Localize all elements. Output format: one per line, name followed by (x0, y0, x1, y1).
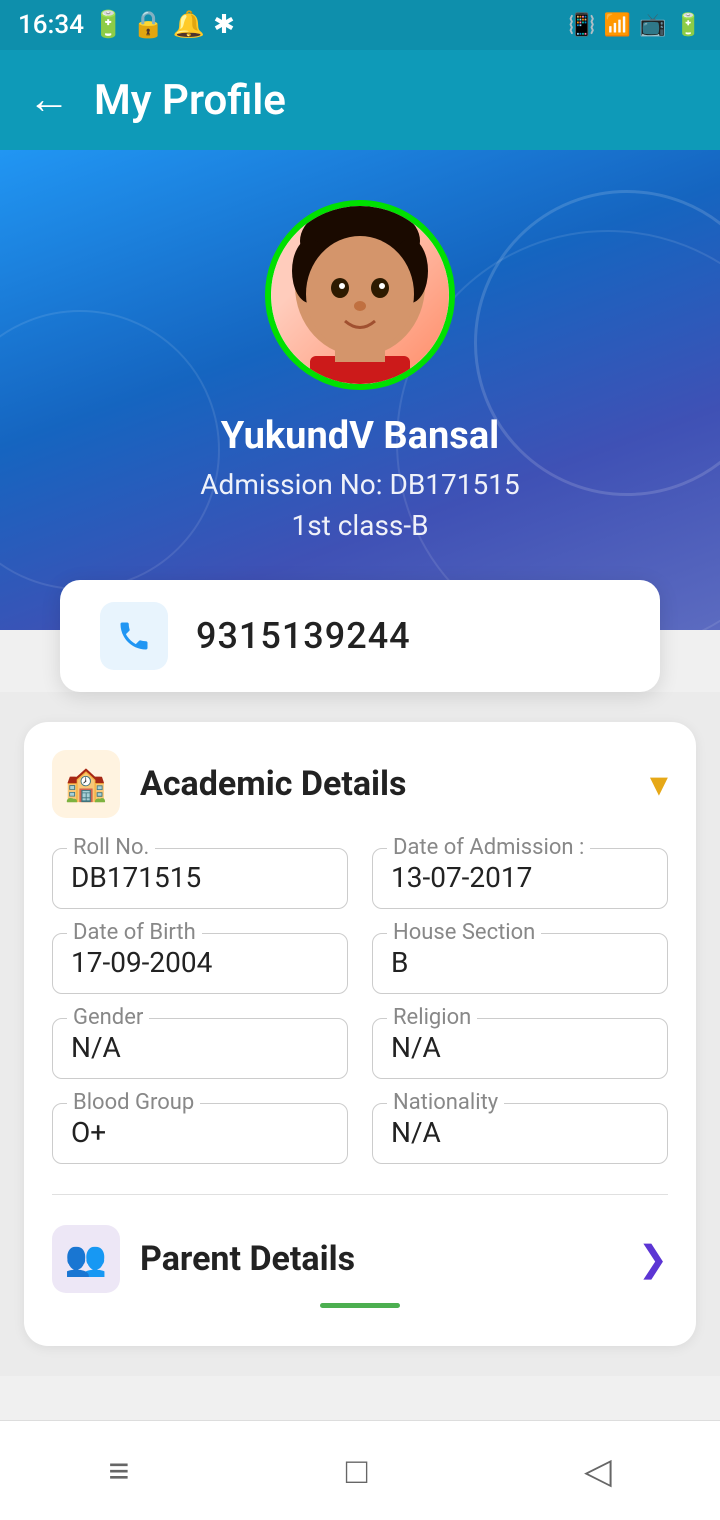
parent-section-row[interactable]: 👥 Parent Details ❯ (52, 1225, 668, 1293)
field-gender: Gender N/A (52, 1018, 348, 1079)
status-bar-left: 16:34 🔋 🔒 🔔 ✱ (18, 10, 235, 40)
phone-number: 9315139244 (196, 615, 411, 657)
field-value-house: B (391, 946, 408, 979)
cast-icon: 📺 (639, 13, 666, 38)
page-title: My Profile (94, 76, 286, 125)
status-bar-right: 📳 📶 📺 🔋 (568, 13, 702, 38)
field-value-nationality: N/A (391, 1116, 441, 1149)
wifi-icon: 📶 (604, 13, 631, 38)
nav-home-icon[interactable]: □ (346, 1450, 368, 1492)
parent-icon-box: 👥 (52, 1225, 120, 1293)
nav-menu-icon[interactable]: ≡ (108, 1450, 129, 1492)
top-nav: ← My Profile (0, 50, 720, 150)
field-label-house: House Section (387, 920, 541, 945)
back-button[interactable]: ← (28, 79, 70, 121)
battery-icon: 🔋 (675, 13, 702, 38)
academic-chevron[interactable]: ▾ (650, 763, 668, 805)
field-dob: Date of Birth 17-09-2004 (52, 933, 348, 994)
bt-icon: ✱ (213, 10, 235, 40)
main-card: 🏫 Academic Details ▾ Roll No. DB171515 D… (24, 722, 696, 1346)
indicator-line (320, 1303, 400, 1308)
field-religion: Religion N/A (372, 1018, 668, 1079)
student-admission: Admission No: DB171515 (200, 468, 519, 501)
field-label-gender: Gender (67, 1005, 149, 1030)
avatar (265, 200, 455, 390)
phone-card-wrapper: 9315139244 (0, 580, 720, 692)
student-name: YukundV Bansal (221, 414, 499, 458)
field-label-blood: Blood Group (67, 1090, 200, 1115)
academic-section-header[interactable]: 🏫 Academic Details ▾ (52, 750, 668, 818)
section-divider (52, 1194, 668, 1195)
nav-back-icon[interactable]: ◁ (584, 1450, 612, 1492)
field-label-dob: Date of Birth (67, 920, 202, 945)
time-display: 16:34 (18, 10, 84, 40)
parent-header-left: 👥 Parent Details (52, 1225, 355, 1293)
field-house: House Section B (372, 933, 668, 994)
field-date-admission: Date of Admission : 13-07-2017 (372, 848, 668, 909)
bottom-indicator (52, 1293, 668, 1314)
parent-icon: 👥 (65, 1239, 107, 1279)
student-class: 1st class-B (291, 509, 428, 542)
notif-icon: 🔔 (173, 10, 205, 40)
academic-fields-grid: Roll No. DB171515 Date of Admission : 13… (52, 848, 668, 1164)
phone-card: 9315139244 (60, 580, 660, 692)
lock-icon: 🔒 (132, 10, 164, 40)
vibrate-icon: 📳 (568, 13, 595, 38)
academic-icon-box: 🏫 (52, 750, 120, 818)
field-roll-no: Roll No. DB171515 (52, 848, 348, 909)
avatar-image (271, 206, 449, 384)
parent-title: Parent Details (140, 1239, 355, 1279)
field-value-gender: N/A (71, 1031, 121, 1064)
field-value-blood: O+ (71, 1116, 106, 1149)
field-label-admission: Date of Admission : (387, 835, 590, 860)
academic-title: Academic Details (140, 764, 407, 804)
sim-icon: 🔋 (92, 10, 124, 40)
academic-header-left: 🏫 Academic Details (52, 750, 407, 818)
field-label-religion: Religion (387, 1005, 477, 1030)
avatar-svg (280, 206, 440, 384)
hero-section: YukundV Bansal Admission No: DB171515 1s… (0, 150, 720, 630)
field-value-religion: N/A (391, 1031, 441, 1064)
field-label-nationality: Nationality (387, 1090, 504, 1115)
status-bar: 16:34 🔋 🔒 🔔 ✱ 📳 📶 📺 🔋 (0, 0, 720, 50)
field-value-roll: DB171515 (71, 861, 201, 894)
phone-icon-box (100, 602, 168, 670)
field-value-dob: 17-09-2004 (71, 946, 212, 979)
field-label-roll: Roll No. (67, 835, 155, 860)
field-value-admission: 13-07-2017 (391, 861, 532, 894)
phone-icon (116, 618, 152, 654)
field-nationality: Nationality N/A (372, 1103, 668, 1164)
content-area: 🏫 Academic Details ▾ Roll No. DB171515 D… (0, 692, 720, 1376)
hero-decoration (0, 310, 220, 590)
bottom-nav: ≡ □ ◁ (0, 1420, 720, 1520)
parent-chevron[interactable]: ❯ (638, 1238, 668, 1280)
field-blood-group: Blood Group O+ (52, 1103, 348, 1164)
academic-icon: 🏫 (65, 764, 107, 804)
